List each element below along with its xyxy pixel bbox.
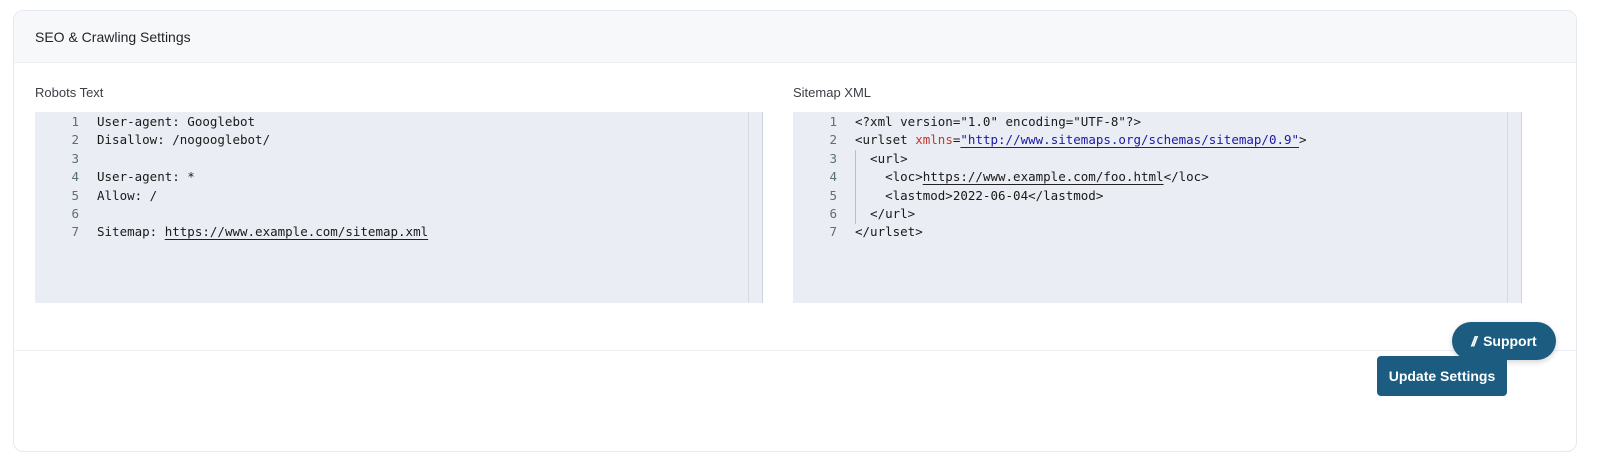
line-number: 7 xyxy=(71,224,79,240)
code-text[interactable]: <url> xyxy=(855,150,908,168)
line-number: 3 xyxy=(829,150,837,166)
robots-text-label: Robots Text xyxy=(35,85,104,100)
sitemap-code-lines[interactable]: 1 <?xml version="1.0" encoding="UTF-8"?> 2… xyxy=(793,112,1521,242)
code-line[interactable]: 7 </urlset> xyxy=(793,223,1521,241)
sitemap-url-link[interactable]: https://www.example.com/sitemap.xml xyxy=(165,224,428,239)
line-number: 5 xyxy=(829,187,837,203)
line-number: 2 xyxy=(71,132,79,148)
code-line[interactable]: 4 <loc>https://www.example.com/foo.html<… xyxy=(793,168,1521,186)
code-line[interactable]: 4 User-agent: * xyxy=(35,168,762,186)
code-text[interactable]: User-agent: Googlebot xyxy=(97,113,255,131)
sitemap-editor-scrollbar[interactable] xyxy=(1507,112,1521,303)
code-text[interactable]: User-agent: * xyxy=(97,168,195,186)
xml-token-tag: <loc> xyxy=(855,169,923,185)
seo-settings-card: SEO & Crawling Settings Robots Text 1 Use… xyxy=(13,10,1577,452)
code-text[interactable]: Disallow: /nogooglebot/ xyxy=(97,131,270,149)
code-line[interactable]: 5 Allow: / xyxy=(35,187,762,205)
xml-token-tag: > xyxy=(1299,132,1307,148)
sitemap-xml-label: Sitemap XML xyxy=(793,85,872,100)
code-text[interactable]: <?xml version="1.0" encoding="UTF-8"?> xyxy=(855,113,1141,131)
code-line[interactable]: 1 <?xml version="1.0" encoding="UTF-8"?> xyxy=(793,113,1521,131)
code-line[interactable]: 1 User-agent: Googlebot xyxy=(35,113,762,131)
line-number: 4 xyxy=(71,169,79,185)
sitemap-xml-panel: Sitemap XML 1 <?xml version="1.0" encodin… xyxy=(793,85,1522,303)
line-number: 6 xyxy=(829,205,837,221)
xml-token-tag: <urlset xyxy=(855,132,916,148)
code-line[interactable]: 3 xyxy=(35,150,762,168)
line-number: 6 xyxy=(71,205,79,221)
robots-editor-scrollbar[interactable] xyxy=(748,112,762,303)
code-line[interactable]: 2 <urlset xmlns="http://www.sitemaps.org/… xyxy=(793,131,1521,149)
line-number: 1 xyxy=(829,114,837,129)
xml-token-tag: <lastmod>2022-06-04</lastmod> xyxy=(855,187,1104,203)
footer-divider xyxy=(14,350,1576,351)
code-text[interactable]: Allow: / xyxy=(97,187,157,205)
line-number: 4 xyxy=(829,169,837,185)
xml-token-tag: </urlset> xyxy=(855,224,923,240)
code-text[interactable]: </url> xyxy=(855,205,915,223)
line-number: 7 xyxy=(829,224,837,240)
xml-token-url[interactable]: https://www.example.com/foo.html xyxy=(923,169,1164,184)
line-number: 5 xyxy=(71,187,79,203)
line-number: 1 xyxy=(71,114,79,129)
card-header: SEO & Crawling Settings xyxy=(14,11,1576,63)
xml-token-tag: </loc> xyxy=(1163,169,1209,185)
indent-guide xyxy=(855,150,856,224)
robots-text-panel: Robots Text 1 User-agent: Googlebot 2 Disal… xyxy=(35,85,763,303)
robots-text-editor[interactable]: 1 User-agent: Googlebot 2 Disallow: /nogoog… xyxy=(35,112,763,303)
code-prefix: Sitemap: xyxy=(97,224,165,240)
xml-token-tag: <?xml version="1.0" encoding="UTF-8"?> xyxy=(855,114,1141,129)
support-button[interactable]: // Support xyxy=(1452,322,1556,360)
code-text[interactable]: <lastmod>2022-06-04</lastmod> xyxy=(855,187,1103,205)
line-number: 3 xyxy=(71,150,79,166)
code-line[interactable]: 6 xyxy=(35,205,762,223)
code-line[interactable]: 7 Sitemap: https://www.example.com/sitema… xyxy=(35,223,762,241)
xml-token-str[interactable]: "http://www.sitemaps.org/schemas/sitemap… xyxy=(960,132,1299,147)
code-text[interactable]: <loc>https://www.example.com/foo.html</l… xyxy=(855,168,1209,186)
support-label: Support xyxy=(1483,333,1537,349)
code-line[interactable]: 3 <url> xyxy=(793,150,1521,168)
code-text[interactable]: <urlset xmlns="http://www.sitemaps.org/s… xyxy=(855,131,1307,149)
code-line[interactable]: 5 <lastmod>2022-06-04</lastmod> xyxy=(793,187,1521,205)
code-line[interactable]: 6 </url> xyxy=(793,205,1521,223)
code-text[interactable]: Sitemap: https://www.example.com/sitemap… xyxy=(97,223,428,241)
robots-code-lines[interactable]: 1 User-agent: Googlebot 2 Disallow: /nogoog… xyxy=(35,112,762,242)
sitemap-xml-editor[interactable]: 1 <?xml version="1.0" encoding="UTF-8"?> 2… xyxy=(793,112,1522,303)
code-text[interactable]: </urlset> xyxy=(855,223,923,241)
support-icon: // xyxy=(1471,333,1477,349)
line-number: 2 xyxy=(829,132,837,148)
update-settings-button[interactable]: Update Settings xyxy=(1377,356,1507,396)
xml-token-tag: </url> xyxy=(855,205,916,221)
code-line[interactable]: 2 Disallow: /nogooglebot/ xyxy=(35,131,762,149)
xml-token-tag: <url> xyxy=(855,150,908,166)
xml-token-attr: xmlns xyxy=(915,132,953,148)
card-title: SEO & Crawling Settings xyxy=(35,28,191,45)
